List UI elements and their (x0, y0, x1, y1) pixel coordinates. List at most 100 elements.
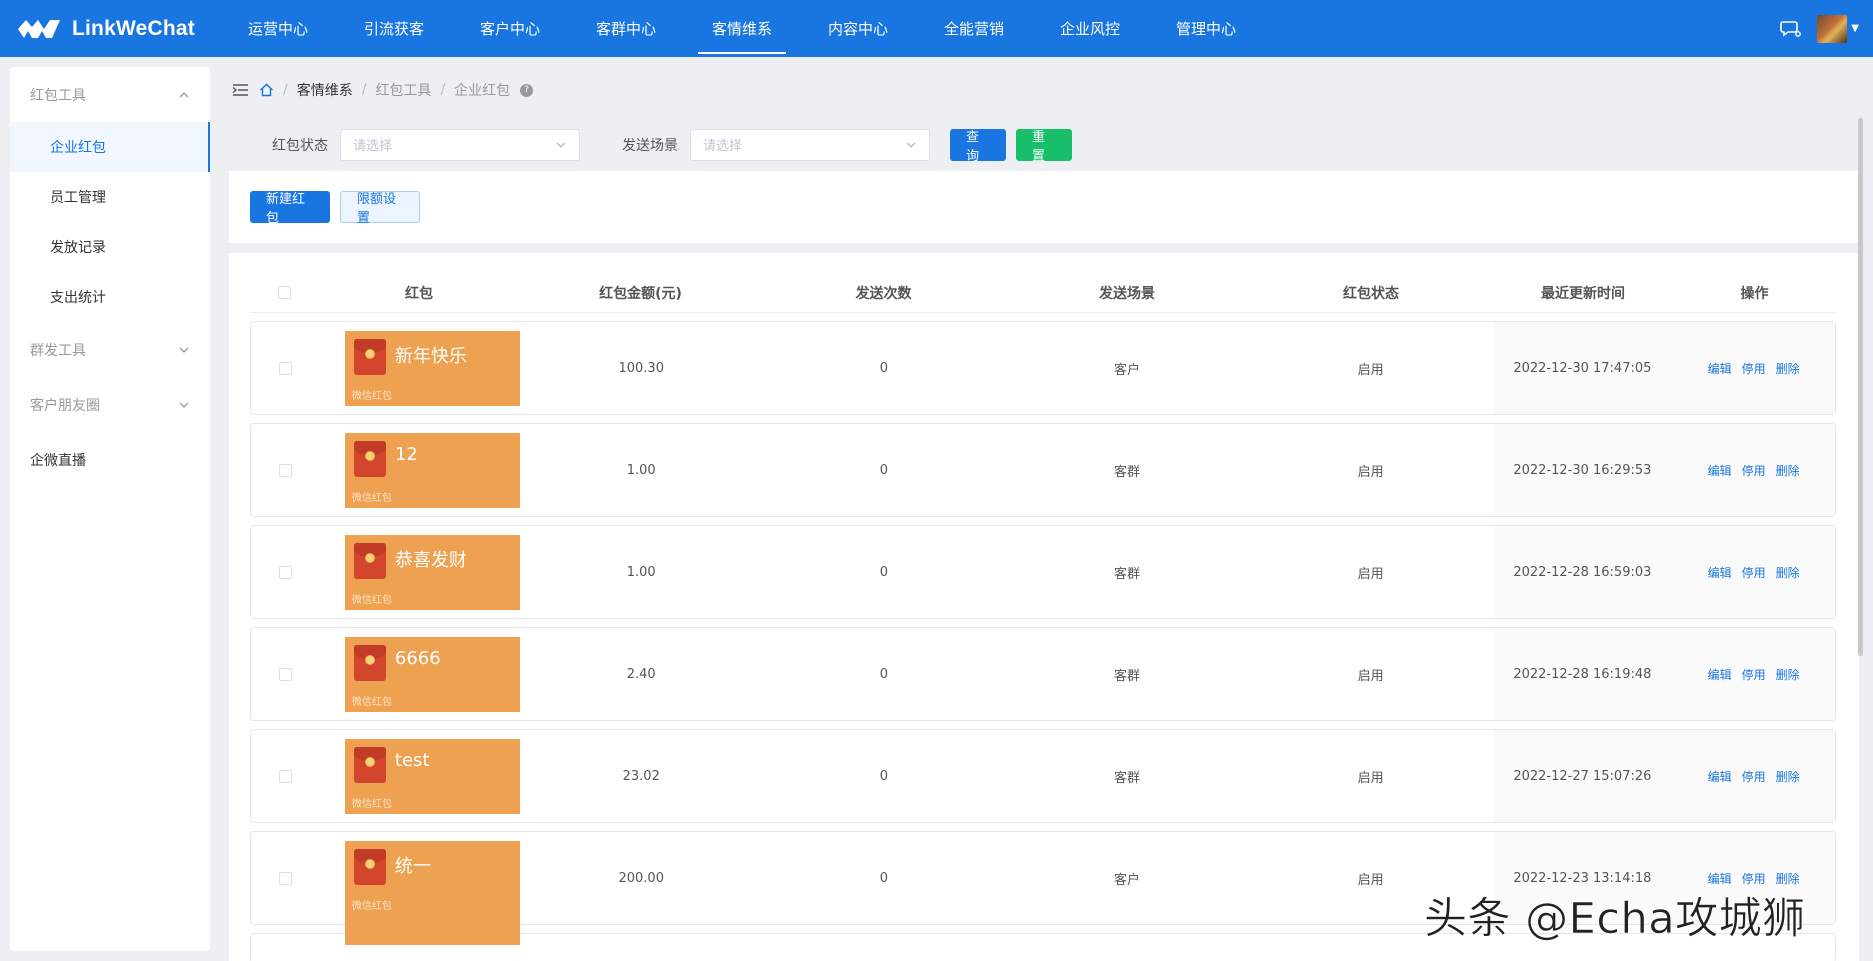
chevron-down-icon (906, 142, 916, 148)
row-checkbox[interactable] (278, 871, 292, 885)
select-placeholder: 请选择 (703, 139, 743, 154)
table-row[interactable]: 新年快乐 微信红包 100.30 0 客户 启用 2022-12-30 17:47:05 编辑… (250, 321, 1836, 415)
app-logo[interactable]: LinkWeChat (0, 17, 220, 41)
nav-item[interactable]: 引流获客 (336, 0, 452, 57)
new-redpacket-button[interactable]: 新建红包 (250, 191, 330, 226)
count-cell: 0 (879, 768, 889, 784)
breadcrumb-separator: / (361, 82, 367, 98)
delete-link[interactable]: 删除 (1776, 462, 1800, 479)
breadcrumb: / 客情维系 / 红包工具 / 企业红包 ? (232, 80, 534, 100)
edit-link[interactable]: 编辑 (1708, 360, 1732, 377)
redpacket-footer: 微信红包 (351, 492, 392, 504)
sidebar-group-mass-send[interactable]: 群发工具 (10, 322, 210, 377)
header-status: 红包状态 (1343, 285, 1399, 302)
disable-link[interactable]: 停用 (1742, 666, 1766, 683)
nav-item[interactable]: 运营中心 (220, 0, 336, 57)
updated-cell: 2022-12-28 16:19:48 (1492, 628, 1673, 720)
redpacket-cell: 6666 微信红包 (320, 628, 520, 720)
nav-item[interactable]: 客情维系 (684, 0, 800, 57)
table-row[interactable]: 6666 微信红包 2.40 0 客群 启用 2022-12-28 16:19:48 编辑 停用… (250, 627, 1836, 721)
row-checkbox[interactable] (278, 463, 292, 477)
edit-link[interactable]: 编辑 (1708, 768, 1732, 785)
top-right-tools: ▼ (1779, 0, 1859, 57)
redpacket-footer: 微信红包 (351, 798, 392, 810)
row-checkbox[interactable] (278, 565, 292, 579)
user-avatar[interactable] (1817, 14, 1848, 43)
reset-button[interactable]: 重置 (1016, 128, 1072, 164)
status-select[interactable]: 请选择 (340, 128, 580, 161)
breadcrumb-item[interactable]: 红包工具 (375, 80, 431, 100)
redpacket-name: 新年快乐 (394, 345, 467, 367)
row-checkbox[interactable] (278, 769, 292, 783)
count-cell: 0 (879, 462, 889, 478)
sidebar-group-redpacket[interactable]: 红包工具 (10, 67, 210, 122)
breadcrumb-item[interactable]: 客情维系 (297, 80, 353, 100)
select-all-checkbox[interactable] (278, 286, 291, 299)
nav-item[interactable]: 客群中心 (568, 0, 684, 57)
coin-icon (364, 348, 375, 359)
action-toolbar: 新建红包 限额设置 (229, 171, 1859, 243)
sidebar-item-enterprise-redpacket[interactable]: 企业红包 (10, 122, 210, 172)
sidebar-item-records[interactable]: 发放记录 (10, 222, 210, 272)
sidebar-group-moments[interactable]: 客户朋友圈 (10, 377, 210, 432)
nav-item[interactable]: 管理中心 (1148, 0, 1264, 57)
redpacket-cell: 恭喜发财 微信红包 (320, 526, 520, 618)
edit-link[interactable]: 编辑 (1708, 462, 1732, 479)
coin-icon (364, 552, 375, 563)
limit-settings-button[interactable]: 限额设置 (340, 191, 420, 226)
disable-link[interactable]: 停用 (1742, 768, 1766, 785)
count-cell: 0 (879, 870, 889, 886)
delete-link[interactable]: 删除 (1776, 360, 1800, 377)
delete-link[interactable]: 删除 (1776, 666, 1800, 683)
table-row[interactable]: test 微信红包 23.02 0 客群 启用 2022-12-27 15:07:26 编辑停… (250, 729, 1836, 823)
row-checkbox[interactable] (278, 667, 292, 681)
sidebar-item-expense[interactable]: 支出统计 (10, 272, 210, 322)
nav-item[interactable]: 企业风控 (1032, 0, 1148, 57)
nav-item[interactable]: 客户中心 (452, 0, 568, 57)
delete-link[interactable]: 删除 (1776, 564, 1800, 581)
sidebar-item-staff[interactable]: 员工管理 (10, 172, 210, 222)
red-envelope-icon (353, 542, 386, 579)
sidebar-group-label: 红包工具 (30, 87, 86, 104)
disable-link[interactable]: 停用 (1742, 564, 1766, 581)
edit-link[interactable]: 编辑 (1708, 564, 1732, 581)
redpacket-name: test (394, 749, 430, 771)
table-body: 新年快乐 微信红包 100.30 0 客户 启用 2022-12-30 17:47:05 编辑… (250, 321, 1836, 961)
chat-icon[interactable] (1779, 18, 1802, 40)
nav-item[interactable]: 全能营销 (916, 0, 1032, 57)
redpacket-cell: test 微信红包 (320, 730, 520, 822)
chevron-down-icon[interactable]: ▼ (1851, 23, 1859, 34)
query-button[interactable]: 查询 (950, 128, 1006, 164)
nav-item[interactable]: 内容中心 (800, 0, 916, 57)
home-icon[interactable] (259, 83, 274, 97)
actions-cell: 编辑 停用 删除 (1672, 526, 1835, 618)
help-icon[interactable]: ? (520, 83, 534, 97)
status-cell: 启用 (1357, 770, 1384, 786)
amount-cell: 1.00 (626, 564, 656, 580)
breadcrumb-item: 企业红包 (454, 83, 511, 99)
disable-link[interactable]: 停用 (1742, 360, 1766, 377)
delete-link[interactable]: 删除 (1776, 768, 1800, 785)
amount-cell: 200.00 (618, 870, 664, 886)
table-row[interactable]: 12 微信红包 1.00 0 客群 启用 2022-12-30 16:29:53 编辑 停用 删除 (250, 423, 1836, 517)
sidebar-item-label: 企业红包 (50, 140, 106, 156)
menu-fold-icon[interactable] (232, 83, 249, 97)
scene-select[interactable]: 请选择 (690, 128, 930, 161)
scrollbar[interactable] (1858, 118, 1863, 656)
row-checkbox-cell (251, 424, 320, 516)
watermark: 头条 @Echa攻城狮 (1424, 894, 1806, 945)
select-placeholder: 请选择 (353, 139, 393, 154)
amount-cell: 23.02 (622, 768, 660, 784)
disable-link[interactable]: 停用 (1742, 462, 1766, 479)
edit-link[interactable]: 编辑 (1708, 666, 1732, 683)
coin-icon (364, 756, 375, 767)
logo-icon (18, 19, 60, 38)
sidebar-item-live[interactable]: 企微直播 (10, 432, 210, 488)
actions-cell: 编辑 停用 删除 (1672, 730, 1835, 822)
redpacket-card: 6666 微信红包 (344, 636, 520, 712)
logo-text: LinkWeChat (72, 16, 195, 40)
main-nav: 运营中心 引流获客 客户中心 客群中心 客情维系 内容中心 全能营销 企业风控 管理中心 (220, 0, 1264, 57)
table-row[interactable]: 恭喜发财 微信红包 1.00 0 客群 启用 2022-12-28 16:59:03 编辑 停用… (250, 525, 1836, 619)
row-checkbox[interactable] (278, 361, 292, 375)
sidebar-item-label: 发放记录 (50, 240, 106, 256)
